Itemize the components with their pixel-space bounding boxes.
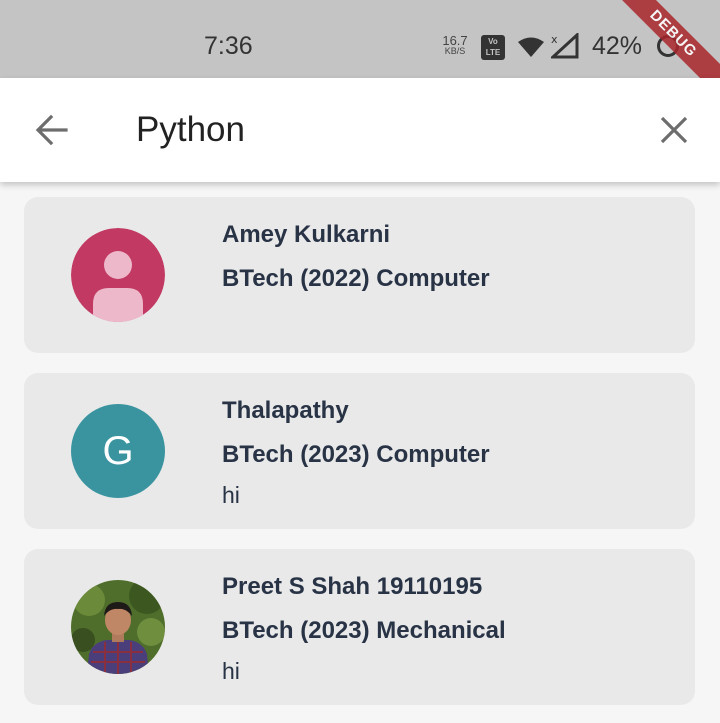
search-input[interactable] [136,102,616,158]
avatar-photo [71,580,165,674]
volte-icon: Vo LTE [481,35,505,60]
arrow-back-icon [35,114,68,146]
result-bio: hi [222,658,240,684]
profile-photo-image [71,580,165,674]
result-name: Thalapathy [222,397,349,424]
back-button[interactable] [30,108,74,152]
result-text: Preet S Shah 19110195 BTech (2023) Mecha… [222,573,506,685]
network-speed-value: 16.7 [442,33,468,48]
status-time: 7:36 [204,32,253,60]
signal-icon: x [551,33,579,59]
avatar: G [71,404,165,498]
result-course: BTech (2023) Computer [222,441,490,468]
svg-text:x: x [551,33,558,46]
result-card[interactable]: G Thalapathy BTech (2023) Computer hi [24,373,695,529]
default-person-icon [71,228,165,322]
result-course: BTech (2023) Mechanical [222,617,506,644]
avatar [71,228,165,322]
result-name: Preet S Shah 19110195 [222,573,483,600]
status-bar: 7:36 16.7 KB/S Vo LTE x 42% DEBUG [0,0,720,78]
battery-percent: 42% [592,32,643,60]
result-card[interactable]: Amey Kulkarni BTech (2022) Computer [24,197,695,353]
result-text: Amey Kulkarni BTech (2022) Computer [222,221,490,305]
result-card[interactable]: Preet S Shah 19110195 BTech (2023) Mecha… [24,549,695,705]
close-icon [660,116,688,144]
result-text: Thalapathy BTech (2023) Computer hi [222,397,490,509]
result-name: Amey Kulkarni [222,221,391,248]
network-speed: 16.7 KB/S [440,33,470,57]
result-bio: hi [222,482,240,508]
clear-search-button[interactable] [652,108,696,152]
wifi-icon [518,37,544,57]
result-course: BTech (2022) Computer [222,265,490,292]
search-app-bar [0,78,720,182]
